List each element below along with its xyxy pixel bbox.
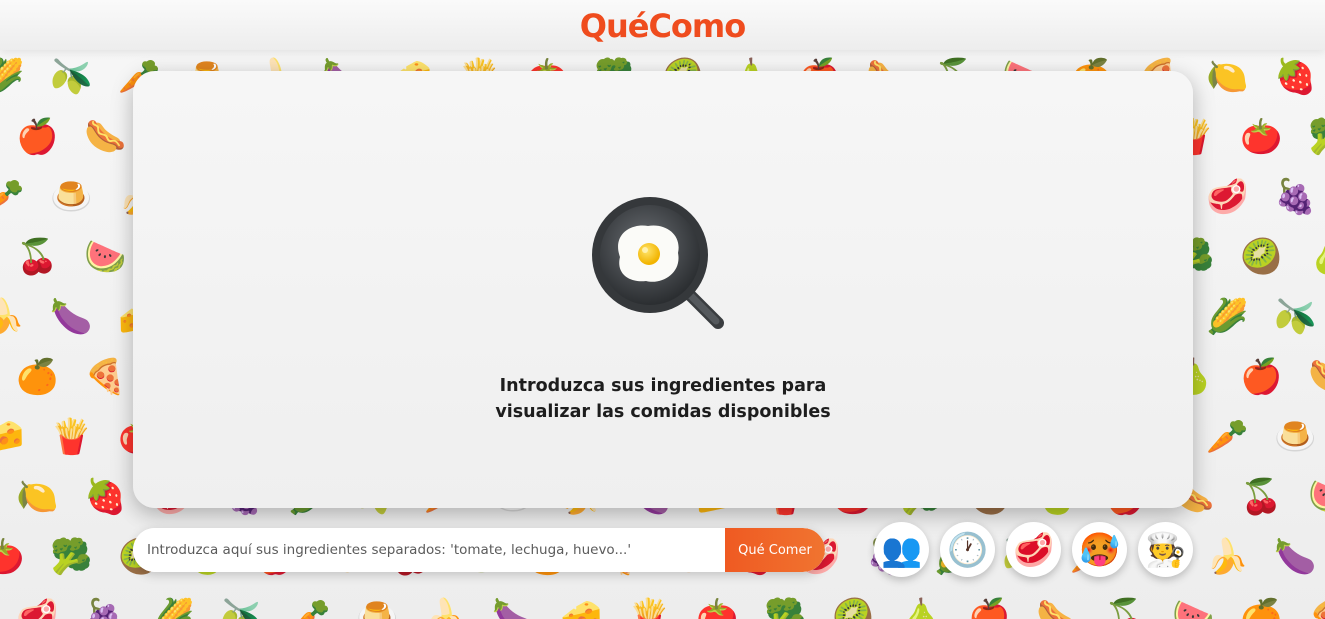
food-pattern-icon: 🍮: [50, 177, 93, 217]
app-logo[interactable]: QuéComo: [580, 7, 746, 45]
food-pattern-icon: 🍮: [1274, 417, 1317, 457]
food-pattern-icon: 🍕: [84, 357, 127, 397]
time-filter-button[interactable]: 🕐: [940, 522, 995, 577]
food-pattern-icon: 🍕: [1308, 600, 1325, 619]
food-pattern-icon: 🥝: [832, 597, 875, 619]
food-pattern-icon: 🍒: [16, 237, 59, 277]
food-pattern-icon: 🌭: [84, 117, 127, 157]
food-pattern-icon: 🍌: [1206, 537, 1249, 577]
people-icon: 👥: [880, 530, 923, 569]
food-pattern-icon: 🫒: [220, 597, 263, 619]
food-pattern-icon: 🍮: [356, 597, 399, 619]
food-pattern-icon: 🫒: [50, 57, 93, 97]
food-pattern-icon: 🍅: [696, 597, 739, 619]
food-pattern-icon: 🍋: [16, 477, 59, 517]
food-pattern-icon: 🍐: [1308, 240, 1325, 274]
food-pattern-icon: 🍟: [628, 597, 671, 619]
food-pattern-icon: 🌭: [1036, 597, 1079, 619]
food-pattern-icon: 🍒: [1240, 477, 1283, 517]
food-pattern-icon: 🥩: [1206, 177, 1249, 217]
empty-state-line2: visualizar las comidas disponibles: [495, 402, 831, 422]
food-pattern-icon: 🥕: [1206, 417, 1249, 457]
meat-filter-button[interactable]: 🥩: [1006, 522, 1061, 577]
food-pattern-icon: 🌽: [1206, 297, 1249, 337]
food-pattern-icon: 🥦: [50, 537, 93, 577]
food-pattern-icon: 🍎: [16, 117, 59, 157]
food-pattern-icon: 🍓: [84, 477, 127, 517]
food-pattern-icon: 🍎: [1240, 357, 1283, 397]
food-pattern-icon: 🥩: [16, 597, 59, 619]
empty-state-line1: Introduzca sus ingredientes para: [499, 376, 827, 396]
food-pattern-icon: 🍓: [1274, 57, 1317, 97]
chef-icon: 🧑‍🍳: [1144, 530, 1187, 569]
chef-filter-button[interactable]: 🧑‍🍳: [1138, 522, 1193, 577]
food-pattern-icon: 🫒: [1274, 297, 1317, 337]
food-pattern-icon: 🍒: [1104, 597, 1147, 619]
food-pattern-icon: 🍇: [1274, 177, 1317, 217]
food-pattern-icon: 🥕: [288, 597, 331, 619]
food-pattern-icon: 🥦: [764, 597, 807, 619]
food-pattern-icon: 🍐: [900, 597, 943, 619]
spicy-filter-button[interactable]: 🥵: [1072, 522, 1127, 577]
food-pattern-icon: 🥝: [1240, 237, 1283, 277]
food-pattern-icon: 🍆: [1274, 537, 1317, 577]
meat-icon: 🥩: [1012, 530, 1055, 569]
hot-face-icon: 🥵: [1078, 530, 1121, 569]
food-pattern-icon: 🧀: [560, 597, 603, 619]
food-pattern-icon: 🌽: [152, 597, 195, 619]
food-pattern-icon: 🍉: [84, 237, 127, 277]
food-pattern-icon: 🍉: [1308, 480, 1325, 514]
app-page: 🌽 🫒 🥕 🍮 🍌 🍆 🧀 🍟 🍅 🥦 🥝 🍐 🍎 🌭 🍒 🍉 🍊 🍕 🍋 🍓 🥩 🍎 🌭 🍒 🍉 🍊 🍕 🍋 🍓 🥩 🍇 🌽 🫒 🥕 🍮 🍌 🍆 🧀 🍟 🍅…: [0, 0, 1325, 619]
food-pattern-icon: 🍊: [16, 357, 59, 397]
food-pattern-icon: 🍎: [968, 597, 1011, 619]
food-pattern-icon: 🍅: [1240, 117, 1283, 157]
empty-state-message: Introduzca sus ingredientes para visuali…: [133, 373, 1193, 425]
food-pattern-icon: 🍌: [424, 597, 467, 619]
frying-pan-egg-icon: [592, 197, 724, 329]
food-pattern-icon: 🍆: [50, 297, 93, 337]
food-pattern-icon: 🍊: [1240, 597, 1283, 619]
food-pattern-icon: 🥦: [1308, 120, 1325, 154]
filter-buttons: 👥 🕐 🥩 🥵 🧑‍🍳: [874, 522, 1193, 577]
top-header: QuéComo: [0, 0, 1325, 50]
food-pattern-icon: 🥕: [0, 177, 25, 217]
que-comer-button[interactable]: Qué Comer: [725, 528, 825, 572]
clock-icon: 🕐: [946, 530, 989, 569]
food-pattern-icon: 🍇: [84, 597, 127, 619]
food-pattern-icon: 🍉: [1172, 597, 1215, 619]
food-pattern-icon: 🍟: [50, 417, 93, 457]
food-pattern-icon: 🧀: [0, 417, 25, 457]
ingredients-search-bar: Qué Comer: [133, 528, 825, 572]
food-pattern-icon: 🍋: [1206, 57, 1249, 97]
food-pattern-icon: 🌽: [0, 57, 25, 97]
food-pattern-icon: 🌭: [1308, 360, 1325, 394]
ingredients-input[interactable]: [133, 528, 725, 572]
food-pattern-icon: 🍆: [492, 597, 535, 619]
results-card: Introduzca sus ingredientes para visuali…: [133, 71, 1193, 508]
food-pattern-icon: 🍅: [0, 537, 25, 577]
food-pattern-icon: 🍌: [0, 297, 25, 337]
people-filter-button[interactable]: 👥: [874, 522, 929, 577]
